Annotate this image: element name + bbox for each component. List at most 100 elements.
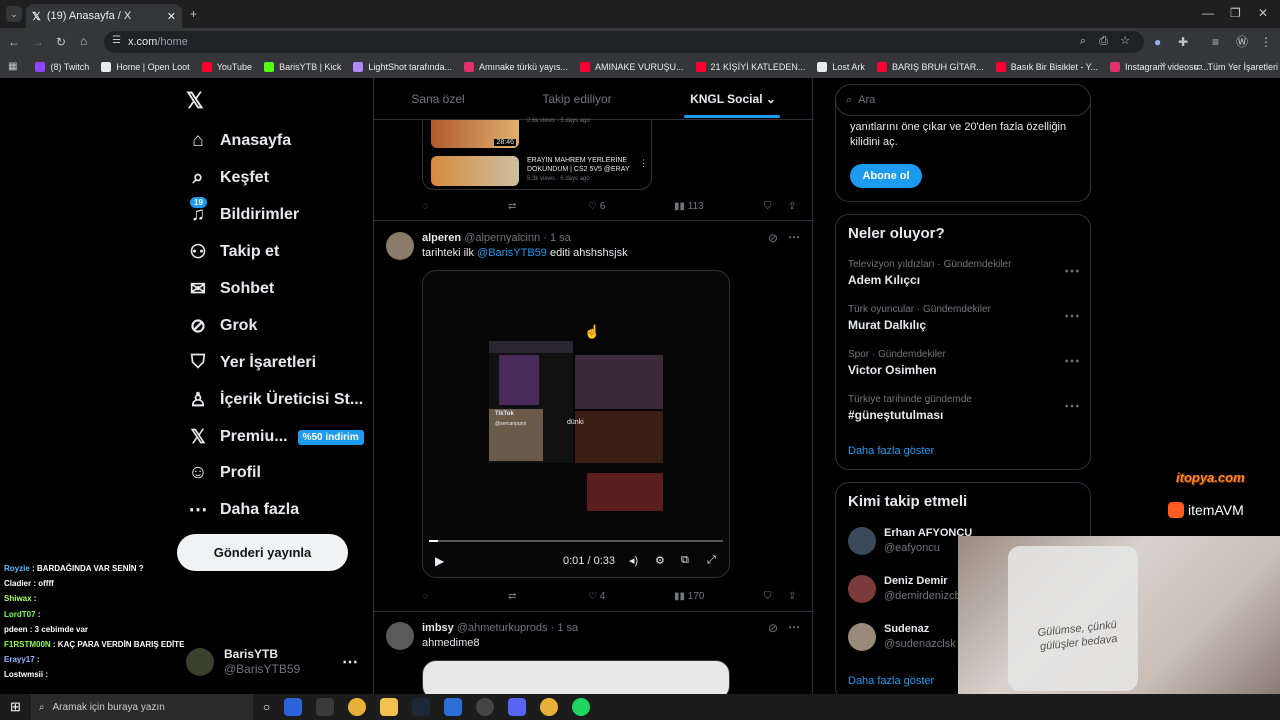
- sidebar-item-mail[interactable]: ✉ Sohbet: [186, 273, 274, 305]
- x-logo-icon[interactable]: 𝕏: [186, 88, 204, 114]
- bookmark-item[interactable]: Lost Ark: [817, 62, 865, 72]
- bookmark-icon[interactable]: ⛉: [764, 591, 788, 602]
- tab-close-icon[interactable]: ✕: [167, 10, 176, 23]
- settings-icon[interactable]: ⚙: [655, 554, 665, 567]
- sidebar-item-bell[interactable]: ♫ Bildirimler 19: [186, 197, 299, 231]
- sidebar-item-more-circle[interactable]: ⋯ Daha fazla: [186, 494, 300, 526]
- trend-item[interactable]: Televizyon yıldızları · Gündemdekiler Ade…: [848, 259, 1080, 287]
- app-icon[interactable]: [284, 698, 303, 716]
- post-more-icon[interactable]: ⋯: [788, 620, 800, 634]
- trend-more-icon[interactable]: ⋯: [1064, 351, 1080, 371]
- home-button-icon[interactable]: ⌂: [80, 35, 87, 47]
- video-player[interactable]: TikTok @sercanpurni dünki ▶ 0:01 / 0:33 …: [422, 270, 730, 578]
- subscribe-button[interactable]: Abone ol: [850, 164, 922, 188]
- pip-icon[interactable]: ⧉: [681, 554, 689, 567]
- avatar[interactable]: [386, 622, 414, 650]
- post-button[interactable]: Gönderi yayınla: [177, 534, 348, 571]
- discord-icon[interactable]: [508, 698, 527, 716]
- menu-kebab-icon[interactable]: ⋮: [1260, 36, 1272, 48]
- show-more-link[interactable]: Daha fazla göster: [848, 445, 934, 457]
- maximize-button[interactable]: ❐: [1230, 7, 1241, 19]
- tab-for-you[interactable]: Sana özel: [374, 92, 502, 106]
- avatar[interactable]: [386, 232, 414, 260]
- author-handle[interactable]: @alpernyalcinn: [464, 232, 540, 244]
- bookmark-item[interactable]: Basık Bir Bisiklet - Y...: [995, 62, 1098, 72]
- share-icon[interactable]: ⇪: [788, 591, 796, 602]
- zoom-icon[interactable]: ⌕: [1080, 36, 1086, 47]
- trend-more-icon[interactable]: ⋯: [1064, 261, 1080, 281]
- views-button[interactable]: ▮▮ 170: [674, 591, 764, 602]
- sidebar-item-x-premium[interactable]: 𝕏 Premiu... %50 indirim: [186, 421, 364, 453]
- repost-icon[interactable]: ⇄: [508, 201, 588, 212]
- steam-icon[interactable]: [412, 698, 431, 716]
- post-media[interactable]: [422, 660, 730, 694]
- show-more-link[interactable]: Daha fazla göster: [848, 675, 934, 687]
- all-bookmarks-folder[interactable]: ▭ Tüm Yer İşaretleri: [1194, 61, 1278, 72]
- trend-more-icon[interactable]: ⋯: [1064, 396, 1080, 416]
- trend-item[interactable]: Türkiye tarihinde gündemde #güneştutulmas…: [848, 394, 1080, 422]
- more-bookmarks-icon[interactable]: »: [1160, 60, 1166, 71]
- reply-icon[interactable]: ◌: [422, 591, 508, 602]
- volume-icon[interactable]: ◂): [629, 554, 638, 567]
- trend-item[interactable]: Spor · Gündemdekiler Victor Osimhen ⋯: [848, 349, 1080, 377]
- sidebar-item-bookmark[interactable]: ⛉ Yer İşaretleri: [186, 347, 316, 379]
- chrome-icon[interactable]: [348, 698, 367, 716]
- bookmark-item[interactable]: 21 KİŞİYİ KATLEDEN...: [695, 62, 805, 72]
- browser-tab-active[interactable]: 𝕏 (19) Anasayfa / X ✕: [26, 4, 182, 28]
- address-bar[interactable]: ☰ x.com/home ⌕ ⎙ ☆: [104, 31, 1144, 53]
- views-button[interactable]: ▮▮ 113: [674, 201, 764, 212]
- repost-icon[interactable]: ⇄: [508, 591, 588, 602]
- install-app-icon[interactable]: ⎙: [1099, 36, 1108, 47]
- reload-icon[interactable]: ↻: [56, 36, 66, 48]
- bookmark-icon[interactable]: ⛉: [764, 201, 788, 212]
- bookmark-item[interactable]: LightShot tarafında...: [353, 62, 452, 72]
- bookmark-item[interactable]: Home | Open Loot: [101, 62, 190, 72]
- task-view-icon[interactable]: ○: [263, 700, 270, 714]
- quoted-video-card[interactable]: 28:46 2.6k views · 5 days ago ERAYIN MAH…: [422, 118, 652, 190]
- grok-icon[interactable]: ⊘: [768, 231, 778, 245]
- author-handle[interactable]: @ahmeturkuprods: [457, 622, 548, 634]
- chrome-icon[interactable]: [540, 698, 559, 716]
- new-tab-button[interactable]: +: [190, 8, 197, 20]
- sidebar-item-home[interactable]: ⌂ Anasayfa: [186, 125, 291, 157]
- apps-grid-icon[interactable]: ▦: [8, 62, 17, 72]
- post-time[interactable]: 1 sa: [557, 622, 578, 634]
- video-progress-track[interactable]: [429, 540, 723, 542]
- taskbar-search-input[interactable]: ⌕ Aramak için buraya yazın: [30, 694, 253, 720]
- app-icon[interactable]: [316, 698, 335, 716]
- sidebar-item-add-person[interactable]: ⚇ Takip et: [186, 236, 279, 268]
- author-name[interactable]: imbsy: [422, 622, 454, 634]
- window-close-button[interactable]: ✕: [1258, 7, 1268, 19]
- app-icon[interactable]: [444, 698, 463, 716]
- mention-link[interactable]: @BarisYTB59: [477, 247, 547, 259]
- windows-start-icon[interactable]: ⊞: [10, 699, 21, 715]
- fullscreen-icon[interactable]: ⤢: [707, 554, 716, 567]
- play-icon[interactable]: ▶: [435, 554, 444, 568]
- bookmark-item[interactable]: BarisYTB | Kick: [264, 62, 341, 72]
- share-icon[interactable]: ⇪: [788, 201, 796, 212]
- bookmark-item[interactable]: YouTube: [201, 62, 252, 72]
- sidebar-item-creator[interactable]: ♙ İçerik Üreticisi St...: [186, 384, 363, 416]
- spotify-icon[interactable]: [572, 698, 591, 716]
- video-more-icon[interactable]: ⋮: [639, 158, 648, 169]
- tab-following[interactable]: Takip ediliyor: [502, 92, 652, 106]
- extensions-icon[interactable]: ✚: [1178, 36, 1188, 48]
- file-explorer-icon[interactable]: [380, 698, 399, 716]
- reply-icon[interactable]: ◌: [422, 201, 508, 212]
- wordpress-icon[interactable]: Ⓦ: [1236, 36, 1248, 48]
- trend-item[interactable]: Türk oyuncular · Gündemdekiler Murat Dalk…: [848, 304, 1080, 332]
- account-more-icon[interactable]: ⋯: [342, 652, 358, 672]
- forward-arrow-icon[interactable]: →: [32, 36, 44, 48]
- tab-search-button[interactable]: ⌄: [6, 6, 22, 22]
- like-button[interactable]: ♡ 4: [588, 591, 674, 602]
- tab-community[interactable]: KNGL Social ⌄: [652, 92, 814, 118]
- like-button[interactable]: ♡ 6: [588, 201, 674, 212]
- media-control-icon[interactable]: ≡: [1212, 36, 1219, 48]
- sidebar-item-grok[interactable]: ⊘ Grok: [186, 310, 257, 342]
- post-more-icon[interactable]: ⋯: [788, 230, 800, 244]
- bookmark-star-icon[interactable]: ☆: [1120, 36, 1130, 47]
- back-arrow-icon[interactable]: ←: [8, 36, 20, 48]
- sidebar-item-person[interactable]: ☺ Profil: [186, 457, 261, 489]
- post-time[interactable]: 1 sa: [550, 232, 571, 244]
- sidebar-item-search[interactable]: ⌕ Keşfet: [186, 162, 269, 194]
